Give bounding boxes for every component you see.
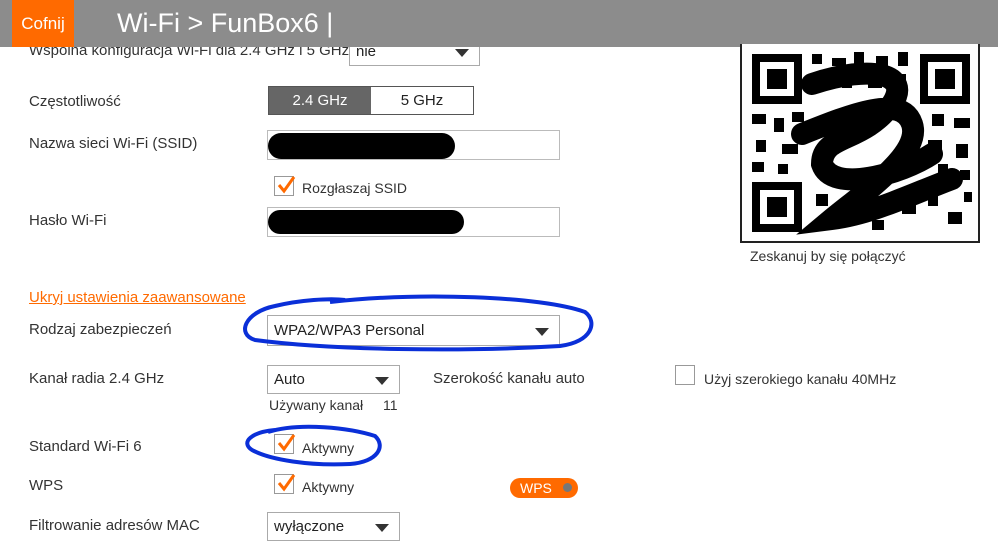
annotation-overlay [243, 294, 594, 467]
security-highlight-circle [243, 294, 594, 352]
wifi6-highlight-circle [245, 424, 382, 467]
